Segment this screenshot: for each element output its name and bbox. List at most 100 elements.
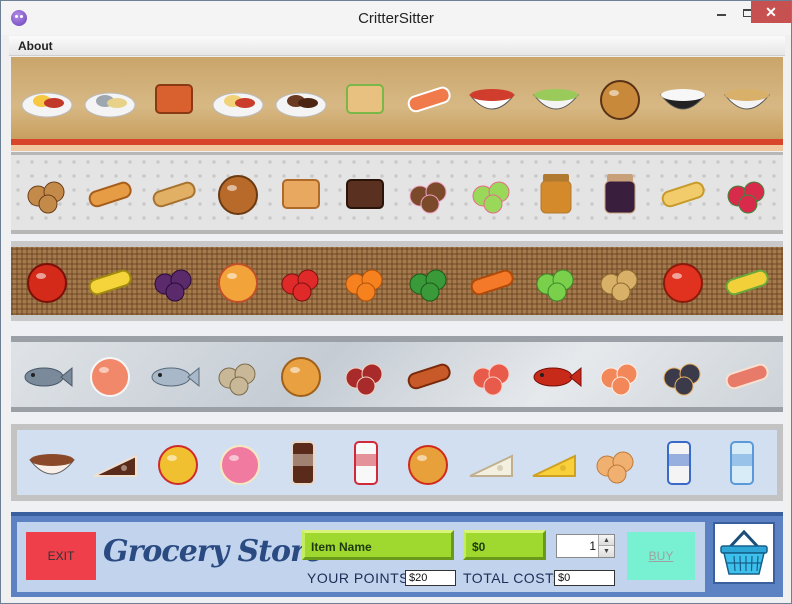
hamburger-icon[interactable] xyxy=(593,71,647,125)
shrimp-art xyxy=(600,363,638,395)
minimize-button[interactable] xyxy=(707,1,735,23)
exit-button[interactable]: EXIT xyxy=(26,532,96,580)
macarons-icon[interactable] xyxy=(465,166,519,220)
steak-icon[interactable] xyxy=(274,71,328,125)
tomato-soup-icon[interactable] xyxy=(465,71,519,125)
bananas-icon[interactable] xyxy=(83,254,137,308)
water-bottles-icon[interactable] xyxy=(715,436,769,490)
popsicle-art xyxy=(290,440,315,485)
hamburger-art xyxy=(599,80,640,120)
mango-icon[interactable] xyxy=(211,254,265,308)
store-content: EXIT Grocery Store Item Name $0 1 ▲ ▼ YO… xyxy=(9,57,785,603)
salami-icon[interactable] xyxy=(338,348,392,402)
toast-icon[interactable] xyxy=(274,166,328,220)
item-name-field: Item Name xyxy=(302,530,454,560)
potato-chips-icon[interactable] xyxy=(656,166,710,220)
sardine-art xyxy=(151,366,200,387)
fish-icon[interactable] xyxy=(20,348,74,402)
broccoli-icon[interactable] xyxy=(402,254,456,308)
shelf-bakery xyxy=(11,152,783,234)
minimize-icon xyxy=(716,13,726,16)
brie-cheese-icon[interactable] xyxy=(464,436,518,490)
shrimp-icon[interactable] xyxy=(593,348,647,402)
oranges-icon[interactable] xyxy=(338,254,392,308)
quantity-stepper[interactable]: 1 ▲ ▼ xyxy=(556,534,615,558)
chocolate-bar-icon[interactable] xyxy=(338,166,392,220)
pretzel-art xyxy=(217,174,258,215)
lettuce-icon[interactable] xyxy=(529,254,583,308)
milk-carton-icon[interactable] xyxy=(652,436,706,490)
jam-jar-icon[interactable] xyxy=(593,166,647,220)
corn-icon[interactable] xyxy=(720,254,774,308)
breakfast-plate-icon[interactable] xyxy=(20,71,74,125)
title-bar[interactable]: CritterSitter ✕ xyxy=(1,1,791,35)
donuts-icon[interactable] xyxy=(402,166,456,220)
salmon-steak-icon[interactable] xyxy=(83,348,137,402)
quantity-down-icon[interactable]: ▼ xyxy=(598,546,614,557)
lobster-icon[interactable] xyxy=(529,348,583,402)
yogurt-icon[interactable] xyxy=(339,436,393,490)
croissant-icon[interactable] xyxy=(83,166,137,220)
buy-button[interactable]: BUY xyxy=(627,532,695,580)
quantity-value[interactable]: 1 xyxy=(589,539,596,553)
menu-bar: About xyxy=(9,36,785,56)
grilled-fish-icon[interactable] xyxy=(83,71,137,125)
octopus-icon[interactable] xyxy=(465,348,519,402)
apple-icon[interactable] xyxy=(20,254,74,308)
yogurt-art xyxy=(353,440,378,485)
baguette-icon[interactable] xyxy=(147,166,201,220)
menu-about[interactable]: About xyxy=(18,39,53,53)
sandwich-icon[interactable] xyxy=(338,71,392,125)
strawberries-icon[interactable] xyxy=(274,254,328,308)
sardine-icon[interactable] xyxy=(147,348,201,402)
potatoes-icon[interactable] xyxy=(593,254,647,308)
mussels-icon[interactable] xyxy=(656,348,710,402)
tomato-icon[interactable] xyxy=(656,254,710,308)
eggs-art xyxy=(596,451,634,483)
ice-cream-sundae-icon[interactable] xyxy=(25,436,79,490)
peanut-butter-icon[interactable] xyxy=(529,166,583,220)
swiss-cheese-art xyxy=(532,453,576,477)
app-window: CritterSitter ✕ About EXIT Grocery Store… xyxy=(0,0,792,604)
toast-art xyxy=(282,178,321,209)
sausage-icon[interactable] xyxy=(402,348,456,402)
corn-art xyxy=(725,269,769,296)
apple-art xyxy=(26,263,67,303)
noodle-soup-icon[interactable] xyxy=(720,71,774,125)
potato-chips-art xyxy=(662,181,706,207)
pretzel-icon[interactable] xyxy=(211,166,265,220)
bacon-icon[interactable] xyxy=(720,348,774,402)
broccoli-art xyxy=(409,269,447,302)
roast-chicken-icon[interactable] xyxy=(274,348,328,402)
salami-art xyxy=(345,363,383,395)
swiss-cheese-icon[interactable] xyxy=(527,436,581,490)
grapes-art xyxy=(154,269,192,302)
sushi-icon[interactable] xyxy=(402,71,456,125)
quantity-up-icon[interactable]: ▲ xyxy=(598,535,614,546)
pudding-icon[interactable] xyxy=(151,436,205,490)
grapes-icon[interactable] xyxy=(147,254,201,308)
salmon-steak-art xyxy=(90,356,131,397)
brie-cheese-art xyxy=(469,453,513,477)
rice-bowl-icon[interactable] xyxy=(656,71,710,125)
pizza-icon[interactable] xyxy=(401,436,455,490)
greek-salad-icon[interactable] xyxy=(529,71,583,125)
popsicle-icon[interactable] xyxy=(276,436,330,490)
points-value: $20 xyxy=(405,570,456,586)
cookies-icon[interactable] xyxy=(20,166,74,220)
ice-cream-sundae-art xyxy=(29,453,76,474)
sushi-art xyxy=(407,86,451,113)
mango-art xyxy=(217,263,258,303)
spaghetti-icon[interactable] xyxy=(211,71,265,125)
carrot-icon[interactable] xyxy=(465,254,519,308)
lasagna-icon[interactable] xyxy=(147,71,201,125)
eggs-icon[interactable] xyxy=(589,436,643,490)
chocolate-cake-icon[interactable] xyxy=(88,436,142,490)
candy-icon[interactable] xyxy=(720,166,774,220)
oysters-icon[interactable] xyxy=(211,348,265,402)
strawberry-cake-icon[interactable] xyxy=(213,436,267,490)
basket-button[interactable] xyxy=(713,522,775,584)
chocolate-cake-art xyxy=(93,453,137,477)
close-button[interactable]: ✕ xyxy=(751,1,791,23)
sausage-art xyxy=(407,363,451,389)
